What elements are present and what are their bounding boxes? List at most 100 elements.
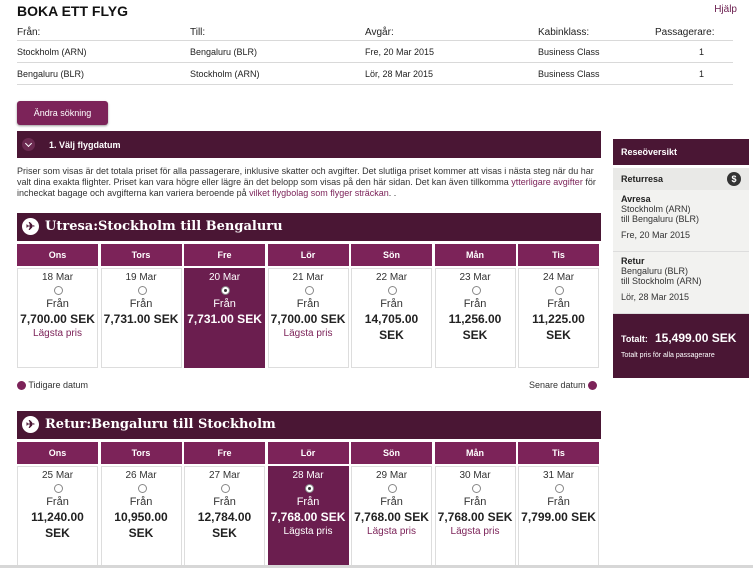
date-column: Ons 25 Mar Från 11,240.00 SEK [17, 442, 98, 566]
help-link[interactable]: Hjälp [714, 4, 737, 15]
weekday-header: Lör [267, 244, 349, 266]
leg-from: Bengaluru (BLR) [621, 266, 689, 276]
leg-outbound: Avresa Stockholm (ARN) till Bengaluru (B… [613, 190, 749, 252]
leg-label: Avresa [621, 194, 651, 204]
fare-price-currency: SEK [546, 328, 571, 342]
fare-price-amount: 11,240.00 [31, 510, 84, 524]
leg-from: Stockholm (ARN) [621, 204, 691, 214]
date-fare-cell[interactable]: 27 Mar Från 12,784.00 SEK [184, 466, 265, 566]
fare-radio[interactable] [137, 286, 147, 295]
weekday-header: Ons [17, 442, 98, 464]
date-fare-cell[interactable]: 30 Mar Från 7,768.00 SEK Lägsta pris [434, 466, 516, 566]
header-cabin: Kabinklass: [538, 27, 590, 38]
fare-price: 11,240.00 SEK [12, 509, 103, 541]
date-column: Mån 30 Mar Från 7,768.00 SEK Lägsta pris [434, 442, 516, 566]
header-to: Till: [190, 27, 206, 38]
date-fare-cell[interactable]: 20 Mar Från 7,731.00 SEK [184, 268, 265, 368]
chevron-left-icon [17, 381, 26, 391]
trip-type: Returresa $ [613, 168, 749, 190]
fare-radio[interactable] [388, 286, 397, 295]
additional-fees-link[interactable]: ytterligare avgifter [511, 177, 583, 187]
earlier-dates-link[interactable]: Tidigare datum [17, 380, 88, 391]
summary-row: Bengaluru (BLR) Stockholm (ARN) Lör, 28 … [17, 63, 733, 85]
fare-price: 7,768.00 SEK [346, 509, 437, 525]
fare-radio[interactable] [555, 484, 564, 493]
date-column: Fre 27 Mar Från 12,784.00 SEK [184, 442, 265, 566]
fare-price-amount: 7,731.00 SEK [103, 312, 179, 326]
date-column: Fre 20 Mar Från 7,731.00 SEK [184, 244, 265, 368]
fare-price: 14,705.00 SEK [346, 311, 437, 343]
trip-overview-title: Reseöversikt [613, 139, 749, 165]
total-note: Totalt pris för alla passagerare [621, 352, 715, 359]
date-fare-cell[interactable]: 25 Mar Från 11,240.00 SEK [17, 466, 98, 566]
trip-overview: Reseöversikt Returresa $ Avresa Stockhol… [613, 139, 749, 378]
fare-radio[interactable] [54, 286, 63, 295]
date-fare-cell[interactable]: 19 Mar Från 7,731.00 SEK [100, 268, 182, 368]
date-column: Lör 21 Mar Från 7,700.00 SEK Lägsta pris [267, 244, 349, 368]
fare-price: 10,950.00 SEK [96, 509, 187, 541]
fare-date: 27 Mar [208, 470, 241, 481]
weekday-header: Mån [434, 244, 516, 266]
fare-price: 11,256.00 SEK [430, 311, 521, 343]
fare-price-amount: 7,768.00 SEK [354, 510, 429, 524]
info-part: Priser som visas är det totala priset fö… [17, 166, 594, 187]
change-search-button[interactable]: Ändra sökning [17, 101, 108, 125]
fare-price-amount: 7,799.00 SEK [521, 510, 596, 524]
date-fare-cell[interactable]: 31 Mar Från 7,799.00 SEK [518, 466, 599, 566]
fare-price-currency: SEK [212, 526, 237, 540]
lowest-price-label: Lägsta pris [33, 328, 82, 339]
fare-from-label: Från [463, 496, 487, 508]
leg-date: Lör, 28 Mar 2015 [621, 292, 690, 302]
fare-date: 21 Mar [292, 272, 324, 283]
fare-price-amount: 14,705.00 [364, 312, 419, 326]
date-fare-cell[interactable]: 29 Mar Från 7,768.00 SEK Lägsta pris [351, 466, 432, 566]
fare-price-currency: SEK [45, 526, 70, 540]
header-from: Från: [17, 27, 41, 38]
fare-from-label: Från [463, 298, 487, 310]
fare-price: 7,700.00 SEK [263, 311, 354, 327]
fare-radio[interactable] [388, 484, 397, 493]
fare-radio[interactable] [221, 286, 230, 295]
fare-price-amount: 11,225.00 [532, 312, 585, 326]
fare-radio[interactable] [137, 484, 147, 493]
weekday-header: Lör [267, 442, 349, 464]
date-fare-cell[interactable]: 18 Mar Från 7,700.00 SEK Lägsta pris [17, 268, 98, 368]
cell-from: Bengaluru (BLR) [17, 69, 85, 79]
currency-icon[interactable]: $ [727, 172, 741, 186]
fare-date: 23 Mar [459, 272, 491, 283]
date-fare-cell[interactable]: 22 Mar Från 14,705.00 SEK [351, 268, 432, 368]
weekday-header: Sön [351, 244, 432, 266]
step-header[interactable]: 1. Välj flygdatum [17, 131, 601, 158]
fare-date: 19 Mar [125, 272, 157, 283]
date-fare-cell[interactable]: 24 Mar Från 11,225.00 SEK [518, 268, 599, 368]
fare-price-amount: 7,731.00 SEK [187, 312, 262, 326]
weekday-header: Tis [518, 442, 599, 464]
fare-price-amount: 10,950.00 [114, 510, 168, 524]
date-fare-cell[interactable]: 21 Mar Från 7,700.00 SEK Lägsta pris [267, 268, 349, 368]
airline-link[interactable]: vilket flygbolag som flyger sträckan [249, 188, 389, 198]
cell-passengers: 1 [699, 47, 705, 57]
fare-radio[interactable] [304, 286, 314, 295]
fare-radio[interactable] [471, 484, 481, 493]
fare-radio[interactable] [221, 484, 230, 493]
total-price-box: Totalt: 15,499.00 SEK Totalt pris för al… [613, 314, 749, 378]
fare-date: 20 Mar [208, 272, 241, 283]
fare-from-label: Från [547, 298, 570, 310]
cell-date: Lör, 28 Mar 2015 [365, 69, 434, 79]
fare-date: 24 Mar [542, 272, 575, 283]
date-fare-cell[interactable]: 28 Mar Från 7,768.00 SEK Lägsta pris [267, 466, 349, 566]
weekday-header: Tors [100, 244, 182, 266]
fare-from-label: Från [380, 496, 403, 508]
fare-radio[interactable] [54, 484, 63, 493]
fare-radio[interactable] [555, 286, 564, 295]
leg-return: Retur Bengaluru (BLR) till Stockholm (AR… [613, 252, 749, 314]
trip-type-label: Returresa [621, 174, 664, 184]
fare-radio[interactable] [304, 484, 314, 493]
later-dates-link[interactable]: Senare datum [529, 380, 598, 391]
fare-from-label: Från [46, 496, 69, 508]
date-fare-cell[interactable]: 26 Mar Från 10,950.00 SEK [100, 466, 182, 566]
date-column: Tors 19 Mar Från 7,731.00 SEK [100, 244, 182, 368]
fare-radio[interactable] [471, 286, 481, 295]
plane-icon: ✈ [22, 416, 39, 433]
date-fare-cell[interactable]: 23 Mar Från 11,256.00 SEK [434, 268, 516, 368]
